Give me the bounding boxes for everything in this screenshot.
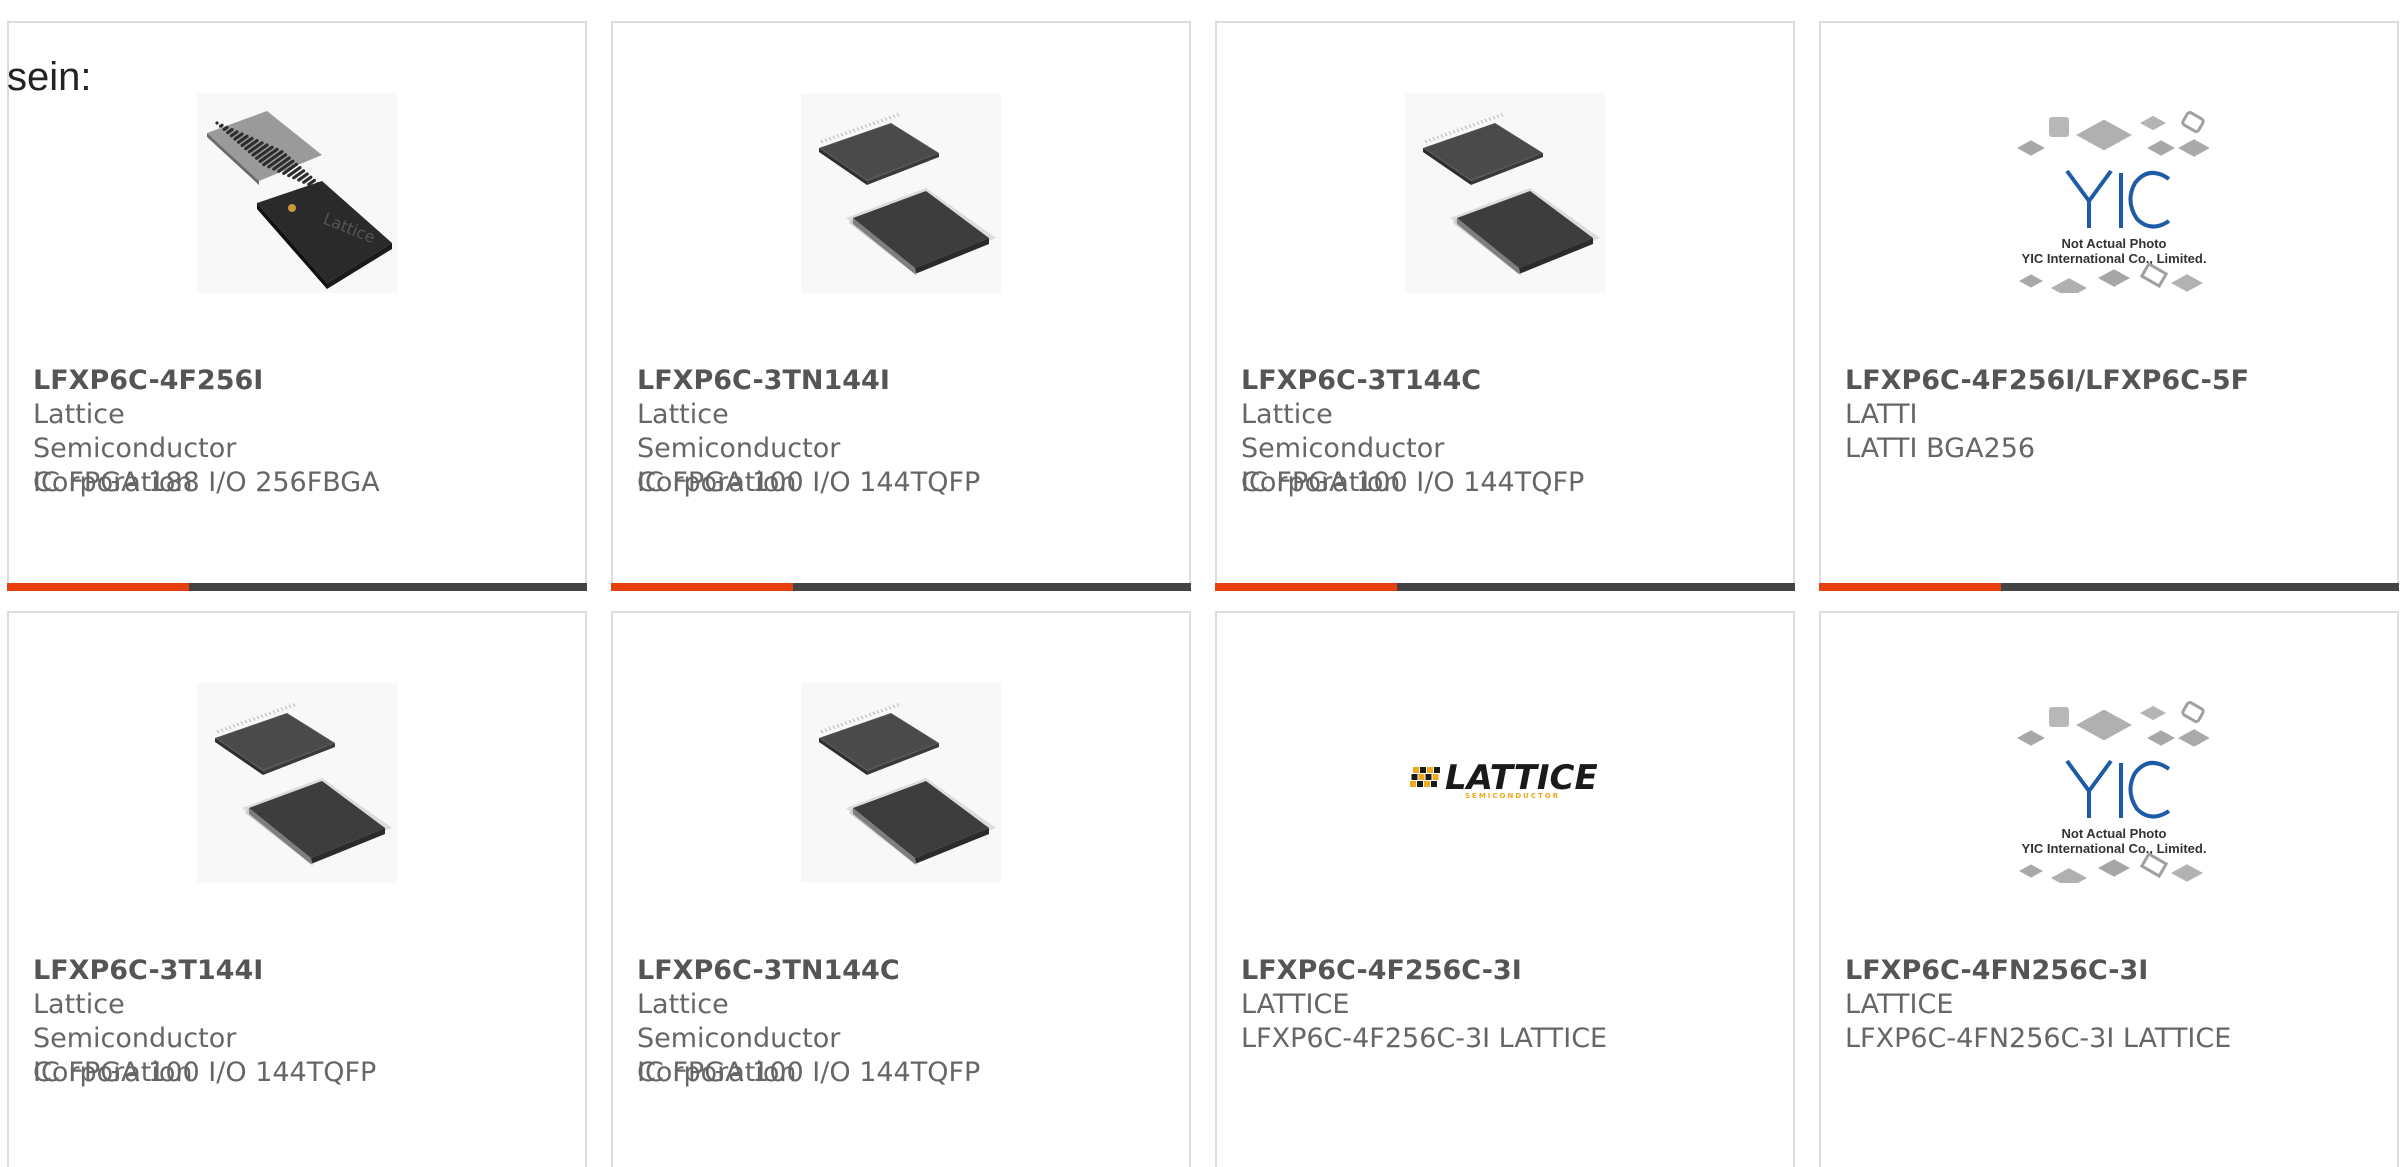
bga-chip-icon[interactable]: Lattice	[197, 93, 397, 293]
part-number[interactable]: LFXP6C-3TN144I	[637, 364, 890, 398]
manufacturer: LATTI	[1845, 399, 1918, 430]
card-bottom-bar	[7, 583, 587, 591]
tqfp-chip-icon[interactable]	[801, 683, 1001, 883]
product-description: LFXP6C-4F256C-3I LATTICE	[1241, 1023, 1608, 1054]
product-description: IC FPGA 100 I/O 144TQFP	[1241, 467, 1585, 498]
intro-text: sein:	[7, 55, 92, 99]
product-card[interactable]: LFXP6C-3T144C Lattice Semiconductor Corpo…	[1215, 21, 1795, 591]
product-card[interactable]: LFXP6C-3TN144I Lattice Semiconductor Corp…	[611, 21, 1191, 591]
card-accent-bar	[1215, 583, 1397, 591]
product-description: IC FPGA 100 I/O 144TQFP	[637, 1057, 981, 1088]
manufacturer: LATTICE	[1845, 989, 1954, 1020]
product-card[interactable]: Lattice LFXP6C-4F256I Lattice Semiconduct…	[7, 21, 587, 591]
yic-placeholder-icon[interactable]: Not Actual Photo YIC International Co., …	[2009, 683, 2209, 883]
tqfp-chip-icon[interactable]	[1405, 93, 1605, 293]
product-description: IC FPGA 100 I/O 144TQFP	[33, 1057, 377, 1088]
card-accent-bar	[611, 583, 793, 591]
product-card[interactable]: LATTICE SEMICONDUCTOR LFXP6C-4F256C-3I LA…	[1215, 611, 1795, 1167]
yic-caption-2: YIC International Co., Limited.	[2022, 841, 2207, 856]
card-bottom-bar	[1215, 583, 1795, 591]
tqfp-chip-icon[interactable]	[801, 93, 1001, 293]
product-card[interactable]: Not Actual Photo YIC International Co., …	[1819, 21, 2399, 591]
product-description: LFXP6C-4FN256C-3I LATTICE	[1845, 1023, 2232, 1054]
card-bottom-bar	[1819, 583, 2399, 591]
part-number[interactable]: LFXP6C-4F256I/LFXP6C-5F	[1845, 364, 2249, 398]
product-card[interactable]: LFXP6C-3T144I Lattice Semiconductor Corpo…	[7, 611, 587, 1167]
lattice-logo-icon[interactable]: LATTICE SEMICONDUCTOR	[1405, 683, 1605, 883]
svg-text:SEMICONDUCTOR: SEMICONDUCTOR	[1465, 792, 1560, 800]
product-card[interactable]: LFXP6C-3TN144C Lattice Semiconductor Corp…	[611, 611, 1191, 1167]
part-number[interactable]: LFXP6C-4FN256C-3I	[1845, 954, 2148, 988]
card-accent-bar	[1819, 583, 2001, 591]
tqfp-chip-icon[interactable]	[197, 683, 397, 883]
product-description: IC FPGA 188 I/O 256FBGA	[33, 467, 380, 498]
part-number[interactable]: LFXP6C-4F256C-3I	[1241, 954, 1522, 988]
yic-placeholder-icon[interactable]: Not Actual Photo YIC International Co., …	[2009, 93, 2209, 293]
part-number[interactable]: LFXP6C-3T144I	[33, 954, 263, 988]
part-number[interactable]: LFXP6C-4F256I	[33, 364, 263, 398]
product-description: LATTI BGA256	[1845, 433, 2036, 464]
card-bottom-bar	[611, 583, 1191, 591]
part-number[interactable]: LFXP6C-3TN144C	[637, 954, 900, 988]
yic-caption-1: Not Actual Photo	[2062, 826, 2167, 841]
product-description: IC FPGA 100 I/O 144TQFP	[637, 467, 981, 498]
product-card[interactable]: Not Actual Photo YIC International Co., …	[1819, 611, 2399, 1167]
yic-caption-1: Not Actual Photo	[2062, 236, 2167, 251]
manufacturer: LATTICE	[1241, 989, 1350, 1020]
card-accent-bar	[7, 583, 189, 591]
part-number[interactable]: LFXP6C-3T144C	[1241, 364, 1481, 398]
yic-caption-2: YIC International Co., Limited.	[2022, 251, 2207, 266]
